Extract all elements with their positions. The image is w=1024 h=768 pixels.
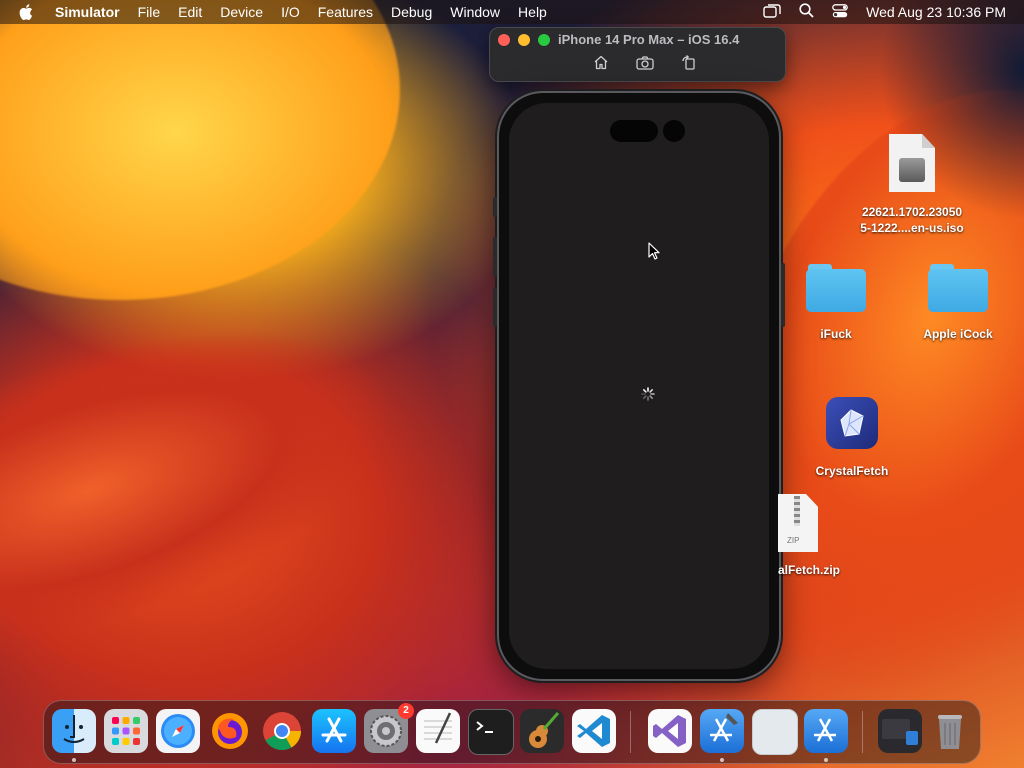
menu-device[interactable]: Device (211, 0, 272, 24)
menu-app-name[interactable]: Simulator (46, 0, 129, 24)
running-indicator (720, 758, 724, 762)
simulator-window-title: iPhone 14 Pro Max – iOS 16.4 (558, 32, 740, 47)
firefox-icon[interactable] (208, 709, 252, 753)
iphone-screen[interactable] (509, 103, 769, 669)
window-switcher-icon[interactable] (763, 3, 781, 21)
menu-clock[interactable]: Wed Aug 23 10:36 PM (866, 4, 1006, 20)
zip-file-icon: ZIP (778, 494, 818, 552)
folder-icon (806, 262, 866, 312)
notification-badge: 2 (398, 703, 414, 719)
home-icon (593, 55, 609, 75)
running-indicator (72, 758, 76, 762)
spotlight-search-icon[interactable] (799, 3, 814, 21)
launchpad-icon[interactable] (104, 709, 148, 753)
desktop-icon-label: Apple iCock (923, 327, 993, 341)
window-thumbnail-icon[interactable] (878, 709, 922, 753)
desktop-icon-label: iFuck (820, 327, 852, 341)
menu-io[interactable]: I/O (272, 0, 309, 24)
desktop-icon-label: CrystalFetch (815, 464, 889, 478)
camera-icon (636, 55, 654, 75)
rotate-icon (681, 54, 697, 76)
xcode-icon[interactable] (700, 709, 744, 762)
simulator-window-titlebar[interactable]: iPhone 14 Pro Max – iOS 16.4 (489, 27, 786, 82)
safari-icon[interactable] (156, 709, 200, 753)
close-window-button[interactable] (498, 34, 510, 46)
power-button (781, 263, 785, 327)
dock-separator (630, 711, 631, 753)
chrome-icon[interactable] (260, 709, 304, 753)
menu-debug[interactable]: Debug (382, 0, 441, 24)
wallpaper-wave (0, 270, 425, 710)
dock: 2 (43, 700, 981, 764)
desktop-icon-folder-ifuck[interactable]: iFuck (796, 262, 876, 342)
desktop-icon-zip[interactable]: ZIP alFetch.zip (778, 494, 858, 578)
front-camera (663, 120, 685, 142)
system-settings-icon[interactable]: 2 (364, 703, 414, 753)
loading-spinner-icon (641, 387, 655, 401)
folder-icon (928, 262, 988, 312)
vscode-icon[interactable] (572, 709, 616, 753)
iphone-device (493, 91, 785, 681)
finder-icon[interactable] (52, 709, 96, 762)
textedit-icon[interactable] (416, 709, 460, 753)
home-button[interactable] (590, 55, 612, 75)
terminal-icon[interactable] (468, 709, 514, 755)
action-button (493, 197, 497, 217)
minimize-window-button[interactable] (518, 34, 530, 46)
desktop-icon-label: alFetch.zip (778, 563, 841, 577)
dock-separator (862, 711, 863, 753)
dynamic-island (610, 120, 658, 142)
desktop-icon-folder-apple-icock[interactable]: Apple iCock (912, 262, 1004, 342)
menu-file[interactable]: File (129, 0, 170, 24)
zoom-window-button[interactable] (538, 34, 550, 46)
desktop-icon-label: 22621.1702.23050 5-1222....en-us.iso (860, 205, 964, 235)
mouse-cursor-icon (648, 242, 660, 265)
visual-studio-icon[interactable] (648, 709, 692, 753)
desktop-icon-iso[interactable]: 22621.1702.23050 5-1222....en-us.iso (848, 134, 976, 236)
screenshot-button[interactable] (634, 55, 656, 75)
simulator-icon[interactable] (804, 709, 848, 762)
trash-icon[interactable] (928, 709, 972, 753)
wallpaper-wave (0, 0, 400, 300)
volume-up-button (493, 237, 497, 277)
garageband-icon[interactable] (520, 709, 564, 753)
apple-menu-icon[interactable] (16, 0, 36, 24)
rotate-button[interactable] (678, 54, 700, 76)
preview-icon[interactable] (752, 709, 798, 755)
menu-bar: Simulator File Edit Device I/O Features … (0, 0, 1024, 24)
crystalfetch-app-icon (826, 397, 878, 449)
menu-features[interactable]: Features (309, 0, 382, 24)
menu-window[interactable]: Window (441, 0, 509, 24)
app-store-icon[interactable] (312, 709, 356, 753)
disk-image-file-icon (889, 134, 935, 192)
menu-edit[interactable]: Edit (169, 0, 211, 24)
running-indicator (824, 758, 828, 762)
control-center-icon[interactable] (832, 3, 849, 21)
volume-down-button (493, 287, 497, 327)
menu-help[interactable]: Help (509, 0, 556, 24)
desktop-icon-crystalfetch[interactable]: CrystalFetch (806, 397, 898, 479)
